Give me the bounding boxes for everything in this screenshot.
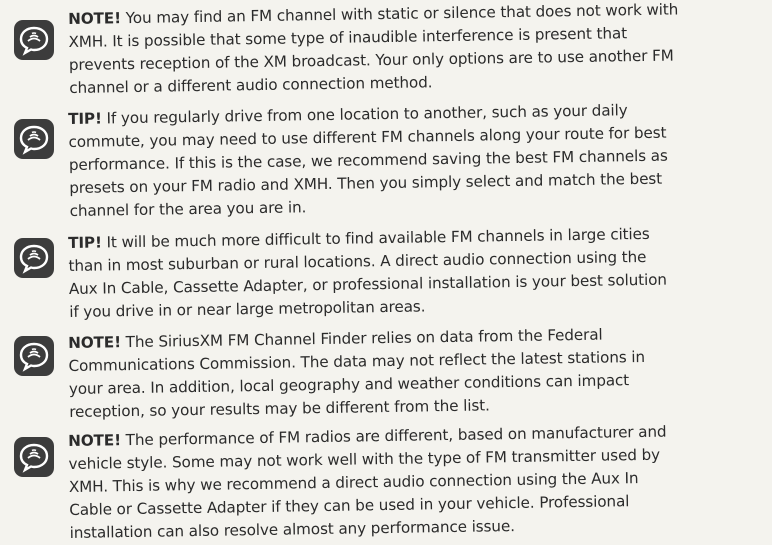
note-text: NOTE! The performance of FM radios are d… <box>68 419 770 545</box>
tip-text: TIP! If you regularly drive from one loc… <box>68 97 770 223</box>
tip-label: TIP! <box>68 109 102 128</box>
tip-label: TIP! <box>68 233 102 252</box>
speech-bubble-icon <box>14 20 54 60</box>
speech-bubble-icon <box>14 119 54 159</box>
note-label: NOTE! <box>68 9 122 28</box>
speech-bubble-icon <box>14 336 54 376</box>
note-text: NOTE! You may find an FM channel with st… <box>68 0 769 100</box>
document-page: NOTE! You may find an FM channel with st… <box>0 0 772 543</box>
note-text: NOTE! The SiriusXM FM Channel Finder rel… <box>68 321 769 424</box>
note-label: NOTE! <box>68 431 122 450</box>
speech-bubble-icon <box>14 238 54 278</box>
tip-text: TIP! It will be much more difficult to f… <box>68 221 769 324</box>
speech-bubble-icon <box>14 437 54 477</box>
note-label: NOTE! <box>68 333 122 352</box>
